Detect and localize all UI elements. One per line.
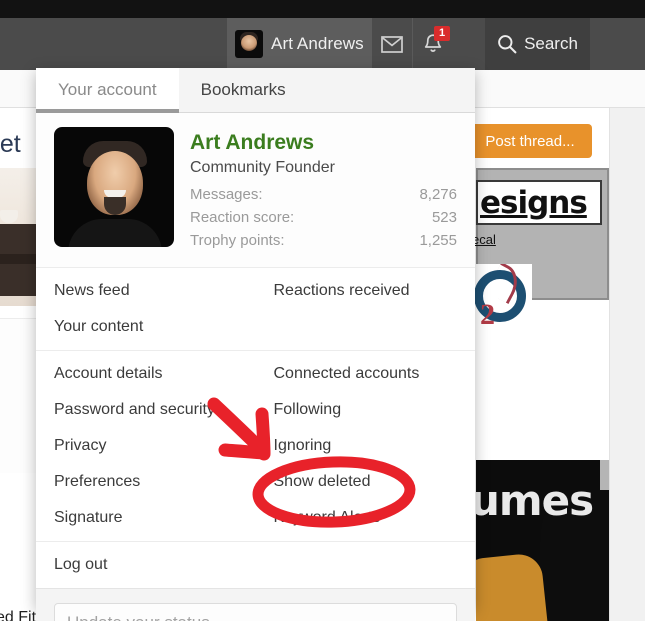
tab-bookmarks[interactable]: Bookmarks (179, 68, 308, 112)
navbar-user-menu-button[interactable]: Art Andrews (227, 18, 372, 70)
menu-item-signature[interactable]: Signature (36, 500, 256, 536)
menu-item-privacy[interactable]: Privacy (36, 428, 256, 464)
menu-row: Password and security Following (36, 392, 475, 428)
sidebar-ad-costumes[interactable]: umes (476, 460, 609, 621)
dropdown-menu-list: News feed Reactions received Your conten… (36, 268, 475, 588)
menu-item-placeholder (256, 547, 476, 583)
page-right-divider (609, 108, 610, 621)
alerts-button[interactable]: 1 (412, 18, 452, 70)
menu-item-password-and-security[interactable]: Password and security (36, 392, 256, 428)
navbar-avatar (235, 30, 263, 58)
dropdown-user-summary: Art Andrews Community Founder Messages: … (36, 113, 475, 268)
user-stats: Messages: 8,276 Reaction score: 523 Trop… (190, 184, 457, 252)
post-thread-button[interactable]: Post thread... (468, 124, 592, 158)
alerts-count-badge: 1 (434, 26, 450, 41)
stat-value: 523 (431, 209, 457, 227)
stat-value: 8,276 (419, 186, 457, 204)
ad2-coat (476, 552, 548, 621)
menu-item-account-details[interactable]: Account details (36, 356, 256, 392)
inbox-button[interactable] (372, 18, 412, 70)
stat-value: 1,255 (419, 231, 457, 249)
stat-label: Messages: (190, 186, 263, 204)
ad-headline-text: esigns (480, 184, 588, 221)
search-label: Search (524, 34, 578, 53)
menu-row: Your content (36, 309, 475, 345)
menu-group-settings: Account details Connected accounts Passw… (36, 351, 475, 542)
stat-row: Reaction score: 523 (190, 207, 457, 230)
user-title: Community Founder (190, 159, 335, 177)
menu-group-activity: News feed Reactions received Your conten… (36, 268, 475, 351)
menu-item-following[interactable]: Following (256, 392, 476, 428)
magnifier-icon (498, 35, 517, 54)
thumbnail-cup (0, 210, 18, 223)
menu-item-placeholder (256, 309, 476, 345)
menu-item-connected-accounts[interactable]: Connected accounts (256, 356, 476, 392)
navbar-username: Art Andrews (271, 34, 364, 53)
ad-headline: esigns (476, 180, 602, 225)
stat-row: Trophy points: 1,255 (190, 230, 457, 253)
navbar-icon-group: 1 (372, 18, 452, 70)
stat-label: Reaction score: (190, 209, 295, 227)
status-input[interactable] (54, 602, 457, 621)
page-right-gutter (609, 108, 645, 621)
menu-item-your-content[interactable]: Your content (36, 309, 256, 345)
search-button[interactable]: Search (485, 18, 590, 70)
menu-row: Preferences Show deleted (36, 464, 475, 500)
menu-row: Signature Keyword Alerts (36, 500, 475, 536)
menu-item-show-deleted[interactable]: Show deleted (256, 464, 476, 500)
ad-logo: 2 (470, 264, 532, 326)
menu-row: News feed Reactions received (36, 273, 475, 309)
menu-item-news-feed[interactable]: News feed (36, 273, 256, 309)
status-update-section (36, 587, 475, 621)
stat-label: Trophy points: (190, 231, 285, 249)
menu-item-reactions-received[interactable]: Reactions received (256, 273, 476, 309)
account-dropdown-menu: Your account Bookmarks Art Andrews Commu… (36, 68, 475, 621)
navbar-avatar-face (241, 35, 257, 51)
tab-your-account[interactable]: Your account (36, 68, 179, 113)
avatar-shoulders (68, 219, 162, 247)
menu-item-ignoring[interactable]: Ignoring (256, 428, 476, 464)
menu-item-keyword-alerts[interactable]: Keyword Alerts (256, 500, 476, 536)
breadcrumb[interactable]: net (0, 130, 21, 159)
menu-row: Privacy Ignoring (36, 428, 475, 464)
envelope-icon (381, 35, 403, 53)
sidebar-ad-designs[interactable]: esigns ecal 2 (470, 168, 609, 326)
ad-logo-number: 2 (480, 298, 495, 326)
screenshot-root: net Post thread... esigns ecal 2 umes ed… (0, 0, 645, 621)
ad-subline: ecal (472, 232, 496, 247)
user-display-name[interactable]: Art Andrews (190, 129, 457, 156)
menu-item-preferences[interactable]: Preferences (36, 464, 256, 500)
menu-row: Log out (36, 547, 475, 583)
dropdown-tab-bar: Your account Bookmarks (36, 68, 475, 113)
browser-top-strip (0, 0, 645, 18)
stat-row: Messages: 8,276 (190, 184, 457, 207)
user-avatar-large[interactable] (54, 127, 174, 247)
menu-row: Account details Connected accounts (36, 356, 475, 392)
ad2-headline: umes (476, 476, 594, 525)
menu-item-log-out[interactable]: Log out (36, 547, 256, 583)
user-info-block: Art Andrews Community Founder Messages: … (190, 127, 457, 253)
menu-group-session: Log out (36, 542, 475, 588)
